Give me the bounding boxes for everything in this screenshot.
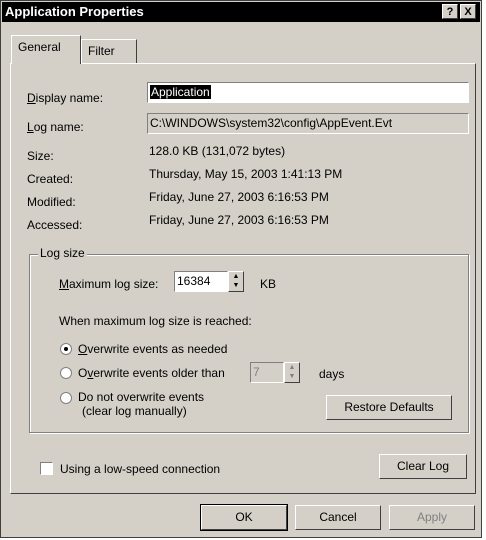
apply-button[interactable]: Apply	[389, 505, 475, 530]
older-days-field[interactable]: 7	[250, 362, 284, 383]
no-overwrite-radio[interactable]	[60, 392, 72, 404]
ok-button[interactable]: OK	[200, 504, 288, 531]
created-value: Thursday, May 15, 2003 1:41:13 PM	[149, 167, 343, 181]
no-overwrite-label[interactable]: Do not overwrite events	[78, 390, 204, 404]
days-unit: days	[319, 367, 345, 381]
created-label: Created:	[27, 172, 74, 186]
display-name-value: Application	[150, 85, 211, 99]
properties-dialog: Application Properties ? X General Filte…	[0, 0, 482, 538]
window-title: Application Properties	[5, 4, 144, 19]
tab-general[interactable]: General	[11, 35, 81, 64]
modified-label: Modified:	[27, 195, 76, 209]
max-log-size-field[interactable]: 16384	[174, 271, 228, 292]
radio-selected-dot	[64, 347, 68, 351]
max-log-size-spinner[interactable]: ▲ ▼	[228, 271, 244, 292]
no-overwrite-line2: (clear log manually)	[82, 404, 187, 418]
when-max-reached-label: When maximum log size is reached:	[59, 314, 252, 328]
restore-defaults-button[interactable]: Restore Defaults	[326, 395, 452, 420]
title-bar: Application Properties ? X	[2, 2, 480, 22]
accessed-value: Friday, June 27, 2003 6:16:53 PM	[149, 213, 329, 227]
size-label: Size:	[27, 149, 54, 163]
overwrite-older-label[interactable]: Overwrite events older than	[78, 366, 225, 380]
low-speed-checkbox[interactable]	[40, 462, 53, 475]
size-value: 128.0 KB (131,072 bytes)	[149, 144, 286, 158]
low-speed-label[interactable]: Using a low-speed connection	[60, 462, 220, 476]
modified-value: Friday, June 27, 2003 6:16:53 PM	[149, 190, 329, 204]
cancel-button[interactable]: Cancel	[295, 505, 381, 530]
display-name-field[interactable]: Application	[147, 82, 469, 103]
older-days-spinner[interactable]: ▲ ▼	[284, 362, 300, 383]
overwrite-needed-label[interactable]: Overwrite events as needed	[78, 342, 227, 356]
no-overwrite-line1: Do not overwrite events	[78, 390, 205, 404]
max-log-size-unit: KB	[260, 277, 277, 291]
log-name-field[interactable]: C:\WINDOWS\system32\config\AppEvent.Evt	[147, 113, 469, 134]
overwrite-needed-radio[interactable]	[60, 343, 72, 355]
tab-filter[interactable]: Filter	[81, 39, 137, 63]
log-name-label: Log name:	[27, 120, 84, 134]
close-button[interactable]: X	[460, 4, 476, 19]
clear-log-button[interactable]: Clear Log	[379, 454, 467, 479]
help-button[interactable]: ?	[442, 4, 458, 19]
accessed-label: Accessed:	[27, 218, 83, 232]
display-name-label: Display name:	[27, 91, 104, 105]
max-log-size-label: Maximum log size:	[59, 277, 159, 291]
log-size-group-title: Log size	[38, 246, 87, 260]
overwrite-older-radio[interactable]	[60, 367, 72, 379]
